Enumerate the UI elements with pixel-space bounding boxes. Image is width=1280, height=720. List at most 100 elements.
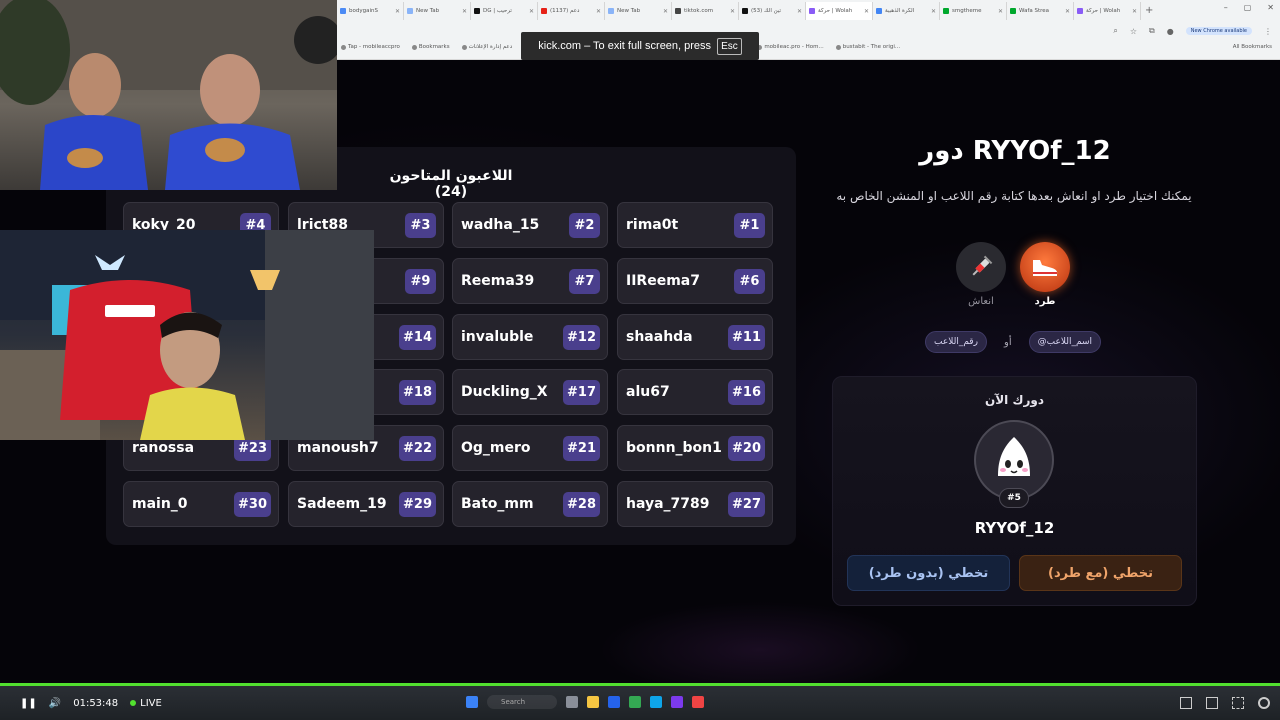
close-tab-icon[interactable]: ✕ — [797, 8, 802, 15]
volume-icon[interactable]: 🔊 — [49, 698, 61, 709]
browser-tab[interactable]: (53) تين الك ✕ — [739, 2, 806, 20]
discord-icon[interactable] — [671, 696, 683, 708]
bookmark-item[interactable]: دعم إدارة الإعلانات — [461, 44, 512, 50]
turn-description: يمكنك اختيار طرد او انعاش بعدها كتابة رق… — [836, 189, 1192, 203]
bookmark-favicon-icon — [341, 44, 346, 50]
player-card[interactable]: IIReema7 #6 — [617, 258, 773, 304]
settings-icon[interactable] — [1258, 697, 1270, 709]
player-card[interactable]: main_0 #30 — [123, 481, 279, 527]
skip-without-kick-button[interactable]: تخطي (بدون طرد) — [847, 555, 1010, 591]
player-name: bonnn_bon1 — [626, 440, 722, 456]
player-card[interactable]: haya_7789 #27 — [617, 481, 773, 527]
boot-icon — [1020, 242, 1070, 292]
tab-title: New Tab — [617, 8, 641, 14]
tab-title: DG | ترحيب — [483, 8, 512, 14]
browser-tab[interactable]: New Tab ✕ — [404, 2, 471, 20]
chrome-icon[interactable] — [629, 696, 641, 708]
new-tab-button[interactable]: + — [1141, 2, 1157, 20]
input-hint: رقم_اللاعب أو @اسم_اللاعب — [925, 330, 1101, 354]
pip-icon[interactable] — [1206, 697, 1218, 709]
app-icon[interactable] — [692, 696, 704, 708]
browser-tab[interactable]: New Tab ✕ — [605, 2, 672, 20]
close-tab-icon[interactable]: ✕ — [864, 8, 869, 15]
close-tab-icon[interactable]: ✕ — [663, 8, 668, 15]
close-tab-icon[interactable]: ✕ — [1065, 8, 1070, 15]
tab-strip: bodygainS ✕ New Tab ✕ DG | ترحيب ✕ (1137) دعم ✕… — [337, 2, 1157, 20]
window-controls: – ▢ ✕ — [1224, 3, 1274, 12]
browser-tab[interactable]: حركة | Wolah ✕ — [806, 2, 873, 20]
kick-action[interactable]: طرد — [1019, 242, 1071, 307]
close-tab-icon[interactable]: ✕ — [931, 8, 936, 15]
tab-title: New Tab — [416, 8, 440, 14]
player-card[interactable]: Reema39 #7 — [452, 258, 608, 304]
tab-title: (1137) دعم — [550, 8, 580, 14]
browser-tab[interactable]: حركة | Wolah ✕ — [1074, 2, 1141, 20]
taskbar-search[interactable]: Search — [487, 695, 557, 709]
bookmark-label: mobileac.pro - Hom... — [764, 44, 824, 50]
player-card[interactable]: Bato_mm #28 — [452, 481, 608, 527]
taskview-icon[interactable] — [566, 696, 578, 708]
skip-with-kick-button[interactable]: تخطي (مع طرد) — [1019, 555, 1182, 591]
webcam-overlay-streamer — [0, 230, 374, 440]
profile-icon[interactable]: ● — [1167, 27, 1174, 36]
player-number: #1 — [734, 213, 765, 238]
player-card[interactable]: bonnn_bon1 #20 — [617, 425, 773, 471]
minimize-button[interactable]: – — [1224, 3, 1228, 12]
browser-tab[interactable]: tiktok.com ✕ — [672, 2, 739, 20]
extensions-icon[interactable]: ⧉ — [1149, 26, 1155, 36]
bookmark-item[interactable]: Bookmarks — [411, 44, 450, 50]
webcam-overlay-top — [0, 0, 337, 190]
browser-chrome: bodygainS ✕ New Tab ✕ DG | ترحيب ✕ (1137) دعم ✕… — [337, 0, 1280, 60]
bookmark-item[interactable]: bustabit - The origi... — [835, 44, 900, 50]
tab-favicon-icon — [340, 8, 346, 14]
player-card[interactable]: rima0t #1 — [617, 202, 773, 248]
zoom-icon[interactable]: ⌕ — [1113, 26, 1117, 36]
your-turn-label: دورك الآن — [985, 393, 1044, 407]
close-tab-icon[interactable]: ✕ — [998, 8, 1003, 15]
close-tab-icon[interactable]: ✕ — [1132, 8, 1137, 15]
pause-icon[interactable]: ❚❚ — [20, 698, 37, 709]
store-icon[interactable] — [650, 696, 662, 708]
revive-action[interactable]: انعاش — [955, 242, 1007, 307]
browser-tab[interactable]: bodygainS ✕ — [337, 2, 404, 20]
player-card[interactable]: shaahda #11 — [617, 314, 773, 360]
star-icon[interactable]: ☆ — [1130, 27, 1137, 36]
theater-mode-icon[interactable] — [1180, 697, 1192, 709]
live-dot-icon — [130, 699, 137, 706]
live-badge[interactable]: LIVE — [130, 698, 162, 709]
tab-favicon-icon — [809, 8, 815, 14]
browser-tab[interactable]: smgtheme ✕ — [940, 2, 1007, 20]
taskbar: Search — [466, 695, 704, 709]
player-number: #9 — [405, 269, 436, 294]
browser-tab[interactable]: الكرة الذهبية ✕ — [873, 2, 940, 20]
all-bookmarks-link[interactable]: All Bookmarks — [1233, 44, 1272, 50]
close-tab-icon[interactable]: ✕ — [529, 8, 534, 15]
player-card[interactable]: invaluble #12 — [452, 314, 608, 360]
menu-icon[interactable]: ⋮ — [1264, 27, 1272, 36]
bookmark-favicon-icon — [835, 44, 841, 50]
update-button[interactable]: New Chrome available — [1185, 27, 1252, 35]
edge-icon[interactable] — [608, 696, 620, 708]
bookmark-item[interactable]: mobileac.pro - Hom... — [757, 44, 824, 50]
windows-start-icon[interactable] — [466, 696, 478, 708]
close-tab-icon[interactable]: ✕ — [596, 8, 601, 15]
browser-tab[interactable]: (1137) دعم ✕ — [538, 2, 605, 20]
close-window-button[interactable]: ✕ — [1267, 3, 1274, 12]
close-tab-icon[interactable]: ✕ — [462, 8, 467, 15]
browser-tab[interactable]: DG | ترحيب ✕ — [471, 2, 538, 20]
browser-tab[interactable]: Wafa Strea ✕ — [1007, 2, 1074, 20]
bookmark-item[interactable]: Tap - mobileaccpro — [341, 44, 400, 50]
player-controls-right — [1180, 697, 1270, 709]
player-card[interactable]: Og_mero #21 — [452, 425, 608, 471]
maximize-button[interactable]: ▢ — [1244, 3, 1252, 12]
player-card[interactable]: alu67 #16 — [617, 369, 773, 415]
tab-favicon-icon — [1077, 8, 1083, 14]
close-tab-icon[interactable]: ✕ — [730, 8, 735, 15]
current-player-number: #5 — [999, 488, 1029, 508]
player-card[interactable]: Duckling_X #17 — [452, 369, 608, 415]
player-card[interactable]: Sadeem_19 #29 — [288, 481, 444, 527]
fullscreen-icon[interactable] — [1232, 697, 1244, 709]
player-card[interactable]: wadha_15 #2 — [452, 202, 608, 248]
close-tab-icon[interactable]: ✕ — [395, 8, 400, 15]
file-explorer-icon[interactable] — [587, 696, 599, 708]
